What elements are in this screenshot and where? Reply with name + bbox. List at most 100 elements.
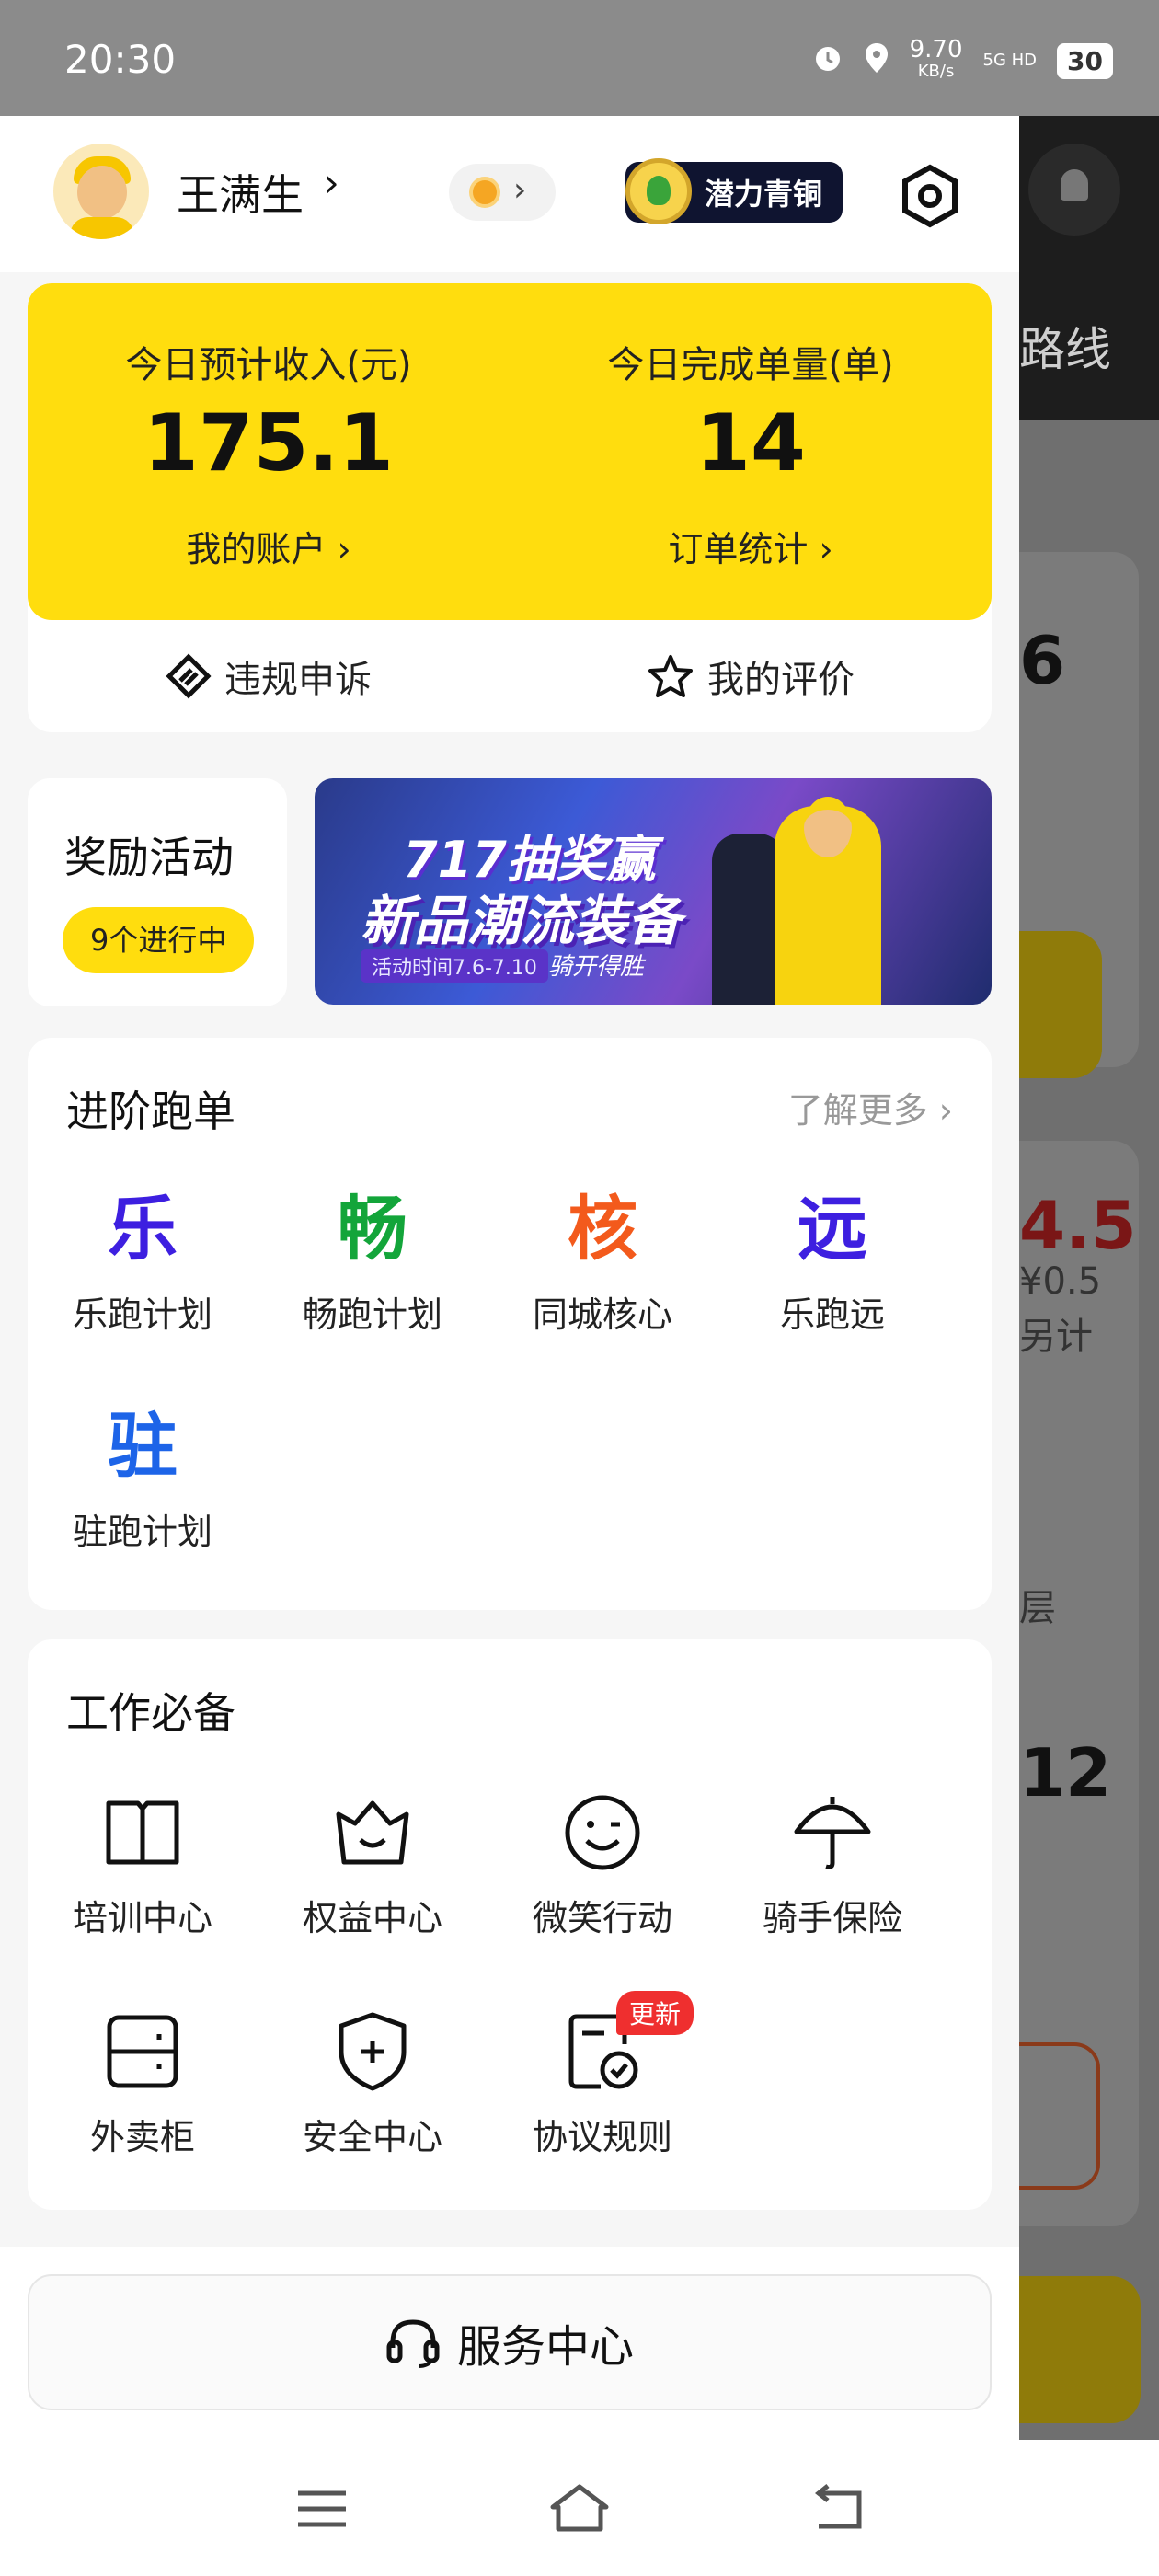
username[interactable]: 王满生 [177,162,304,223]
orders-title: 今日完成单量(单) [607,344,894,386]
settings-button[interactable] [898,164,962,228]
chevron-right-icon: › [513,171,527,209]
background-number: 4.5 [1019,1187,1137,1264]
back-icon [814,2484,862,2529]
headset-icon [386,2319,440,2368]
advanced-item[interactable]: 远 乐跑远 [717,1185,947,1337]
alarm-icon [812,42,843,80]
coin-icon [469,177,500,208]
rewards-count-pill: 9个进行中 [63,907,255,973]
item-label: 外卖柜 [89,2117,195,2157]
locker-icon [107,2015,178,2088]
my-reviews-button[interactable]: 我的评价 [510,620,992,732]
advanced-item-label: 畅跑计划 [302,1294,442,1335]
umbrella-icon [794,1797,871,1869]
rewards-title: 奖励活动 [64,833,234,882]
status-bar: 20:30 9.70 KB/s 5G HD 30 [0,0,1159,116]
advanced-item-label: 同城核心 [532,1294,672,1335]
advanced-item[interactable]: 乐 乐跑计划 [28,1185,258,1337]
level-badge[interactable]: 潜力青铜 [625,158,843,224]
item-label: 权益中心 [302,1898,442,1938]
back-button[interactable] [800,2477,874,2541]
delivery-locker-item[interactable]: 外卖柜 [28,2007,258,2159]
medal-icon [625,158,692,224]
advanced-item-label: 乐跑计划 [72,1294,212,1335]
item-label: 安全中心 [302,2117,442,2157]
location-icon [864,41,889,81]
orders-stat[interactable]: 今日完成单量(单) 14 订单统计 › [510,283,992,620]
my-reviews-label: 我的评价 [707,659,855,701]
advanced-item-icon: 畅 [338,1188,407,1270]
home-icon [550,2484,609,2532]
crown-icon [336,1800,409,1865]
advanced-card: 进阶跑单 了解更多 › 乐 乐跑计划 畅 畅跑计划 核 同城核心 远 乐跑远 驻… [28,1038,992,1610]
appeal-button[interactable]: 违规申诉 [28,620,510,732]
income-stat[interactable]: 今日预计收入(元) 175.1 我的账户 › [28,283,510,620]
benefits-center-item[interactable]: 权益中心 [258,1788,488,1940]
service-center-button[interactable]: 服务中心 [28,2274,992,2410]
advanced-item-icon: 乐 [108,1188,178,1270]
background-price: ¥0.5 [1019,1260,1102,1303]
item-label: 微笑行动 [532,1898,672,1938]
rewards-card[interactable]: 奖励活动 9个进行中 [28,778,287,1006]
menu-icon [298,2490,346,2527]
background-note: 另计 [1019,1316,1093,1358]
smile-icon [565,1795,640,1870]
update-badge: 更新 [616,1991,694,2035]
income-summary: 今日预计收入(元) 175.1 我的账户 › 今日完成单量(单) 14 订单统计… [28,283,992,620]
banner-rider-image [775,797,881,1005]
background-number: 12 [1019,1734,1112,1811]
advanced-item-label: 乐跑远 [779,1294,885,1335]
coin-badge-button[interactable]: › [449,164,556,221]
banner-date: 活动时间7.6-7.10 [361,949,548,983]
advanced-item-icon: 核 [568,1188,637,1270]
advanced-item[interactable]: 畅 畅跑计划 [258,1185,488,1337]
net-unit: KB/s [917,62,955,81]
item-label: 培训中心 [72,1898,212,1938]
advanced-item-icon: 驻 [108,1405,178,1487]
gear-icon [902,164,958,228]
system-nav-bar [0,2440,1159,2576]
net-speed: 9.70 [909,36,963,63]
signal-indicator: 5G HD [982,51,1038,70]
background-yellow-button [1019,2276,1141,2423]
order-stats-link[interactable]: 订单统计 › [510,521,992,571]
income-title: 今日预计收入(元) [125,344,412,386]
status-time: 20:30 [64,37,177,82]
star-icon [648,655,693,697]
home-button[interactable] [543,2477,616,2541]
advanced-item-label: 驻跑计划 [72,1512,212,1552]
profile-header: 王满生 › › 潜力青铜 [0,116,1019,272]
training-center-item[interactable]: 培训中心 [28,1788,258,1940]
menu-button[interactable] [285,2477,359,2541]
shield-icon [339,2012,407,2091]
work-title: 工作必备 [66,1688,235,1738]
book-icon [106,1800,179,1865]
background-yellow-button [1019,931,1102,1078]
my-account-link[interactable]: 我的账户 › [28,521,510,571]
chevron-right-icon[interactable]: › [324,160,339,205]
promo-banner[interactable]: 717抽奖赢 新品潮流装备 活动时间7.6-7.10 骑开得胜 [315,778,992,1005]
income-card: 今日预计收入(元) 175.1 我的账户 › 今日完成单量(单) 14 订单统计… [28,283,992,732]
rider-insurance-item[interactable]: 骑手保险 [717,1788,947,1940]
banner-line2: 新品潮流装备 [361,890,682,952]
advanced-item[interactable]: 核 同城核心 [488,1185,717,1337]
status-icons: 9.70 KB/s 5G HD 30 [812,36,1113,83]
learn-more-link[interactable]: 了解更多 › [788,1082,953,1133]
avatar[interactable] [53,144,149,239]
background-number: 6 [1019,622,1066,699]
smile-action-item[interactable]: 微笑行动 [488,1788,717,1940]
battery-indicator: 30 [1057,42,1113,79]
advanced-item-icon: 远 [798,1188,867,1270]
advanced-title: 进阶跑单 [66,1087,235,1136]
item-label: 骑手保险 [762,1898,902,1938]
bell-icon [1028,144,1120,236]
side-drawer: 王满生 › › 潜力青铜 今日预计收入(元) 175.1 我的账户 › 今日完成… [0,116,1019,2440]
advanced-item[interactable]: 驻 驻跑计划 [28,1402,258,1554]
service-center-label: 服务中心 [456,2321,634,2373]
agreement-rules-item[interactable]: 协议规则 更新 [488,1991,717,2159]
safety-center-item[interactable]: 安全中心 [258,2007,488,2159]
appeal-label: 违规申诉 [224,659,372,701]
appeal-icon [166,653,212,699]
item-label: 协议规则 [532,2117,672,2157]
